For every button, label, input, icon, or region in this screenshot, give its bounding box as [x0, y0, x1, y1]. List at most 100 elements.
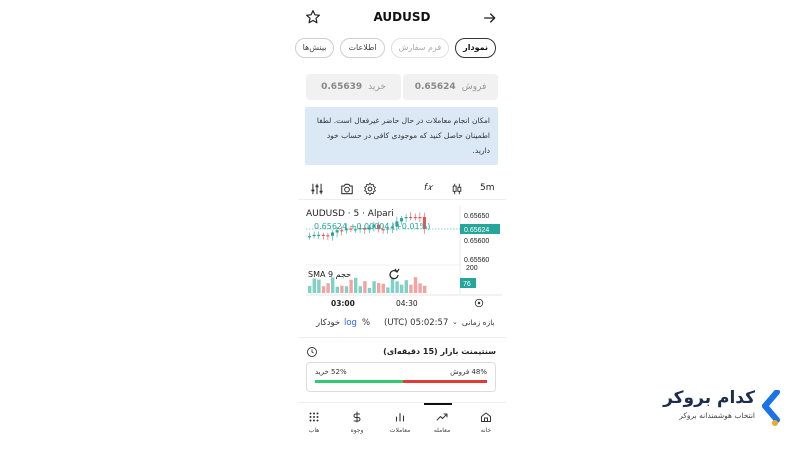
volume-bar [386, 287, 390, 293]
nav-label: وجوه [350, 427, 364, 434]
volume-last-tick: 76 [463, 281, 471, 288]
brand-tagline: انتخاب هوشمندانه بروکر [679, 411, 755, 420]
chevron-down-icon[interactable]: ⌄ [452, 318, 458, 326]
candle [413, 217, 417, 219]
interval-button[interactable]: 5m [480, 183, 495, 193]
candle [326, 235, 330, 237]
sentiment-sell-label: 48% فروش [450, 368, 487, 376]
volume-bar [321, 286, 326, 293]
volume-axis-tick: 200 [466, 265, 478, 272]
log-scale-toggle[interactable]: log [344, 318, 357, 328]
volume-bar [367, 287, 372, 293]
volume-bar [404, 280, 408, 293]
tab-info[interactable]: اطلاعات [340, 38, 385, 58]
volume-bar [331, 277, 335, 293]
volume-bar [344, 286, 349, 293]
volume-bar [381, 283, 385, 293]
camera-icon[interactable] [340, 182, 354, 196]
candle [331, 232, 334, 236]
trading-disabled-notice: امکان انجام معاملات در حال حاضر غیرفعال … [305, 107, 498, 165]
nav-home[interactable]: خانه [466, 411, 506, 434]
sell-value: 0.65624 [414, 82, 456, 92]
buy-price-button[interactable]: خرید 0.65639 [306, 74, 401, 100]
indicators-button[interactable]: f𝑥 [424, 183, 432, 193]
price-tick: 0.65650 [464, 213, 489, 220]
sentiment-sell-bar [403, 380, 487, 383]
tab-bar: نمودار فرم سفارش اطلاعات بینش‌ها [294, 38, 496, 58]
nav-trades[interactable]: معاملات [380, 411, 420, 434]
volume-bar [354, 277, 358, 293]
goto-realtime-icon[interactable] [474, 298, 484, 308]
phone-screen: AUDUSD نمودار فرم سفارش اطلاعات بینش‌ها … [294, 0, 506, 450]
price-tick: 0.65600 [464, 238, 489, 245]
volume-bar [390, 277, 395, 293]
volume-bar [335, 286, 339, 293]
volume-indicator-label[interactable]: حجم 9 SMA [308, 270, 351, 279]
chart-change: +0.00004 (+0.01%) [349, 222, 431, 231]
volume-bar [413, 277, 418, 293]
nav-funds[interactable]: وجوه [337, 411, 377, 434]
candle [317, 234, 321, 236]
price-row: فروش 0.65624 خرید 0.65639 [306, 74, 498, 100]
chart-toolbar: f𝑥 5m [298, 178, 506, 200]
page-title: AUDUSD [373, 10, 431, 24]
candle [400, 218, 403, 222]
volume-bar [340, 285, 344, 293]
tab-chart[interactable]: نمودار [455, 38, 496, 58]
sell-price-button[interactable]: فروش 0.65624 [403, 74, 498, 100]
volume-bar [349, 279, 353, 293]
header: AUDUSD [298, 0, 506, 36]
candlestick-icon[interactable] [450, 182, 464, 196]
candle [404, 217, 408, 219]
brand-name: کدام بروکر [663, 388, 755, 408]
volume-bar [372, 281, 376, 293]
volume-bar [400, 284, 404, 293]
sliders-icon[interactable] [310, 182, 324, 196]
chart-last-price: 0.65624 [314, 222, 348, 231]
volume-bar [377, 283, 381, 293]
candle [312, 234, 316, 237]
time-tick: 03:00 [331, 299, 355, 308]
tab-insights[interactable]: بینش‌ها [294, 38, 335, 58]
bottom-nav: خانه معامله معاملات وجوه هاب [298, 402, 506, 450]
nav-label: معاملات [389, 427, 411, 434]
timeframe-selector[interactable]: بازه زمانی [462, 318, 495, 327]
time-tick: 04:30 [396, 299, 418, 308]
auto-scale-toggle[interactable]: خودکار [316, 318, 340, 328]
dollar-icon [353, 411, 361, 423]
arrow-right-icon[interactable] [482, 10, 498, 26]
grid-icon [309, 412, 319, 422]
volume-bar [358, 286, 362, 293]
candle [308, 236, 311, 238]
candle [409, 217, 413, 219]
last-price-tick: 0.65624 [464, 227, 489, 234]
volume-bar [395, 281, 399, 293]
sentiment-buy-bar [315, 380, 405, 383]
percent-scale-toggle[interactable]: % [362, 318, 370, 328]
tab-order-form[interactable]: فرم سفارش [390, 38, 450, 58]
nav-label: خانه [480, 427, 492, 434]
brand-logo: کدام بروکر انتخاب هوشمندانه بروکر [645, 384, 785, 434]
buy-label: خرید [368, 82, 386, 92]
volume-bar [423, 285, 427, 293]
candle [418, 217, 422, 219]
nav-trade[interactable]: معامله [422, 411, 462, 434]
chart-price-change: 0.65624 +0.00004 (+0.01%) [314, 222, 430, 231]
nav-hub[interactable]: هاب [294, 411, 334, 434]
volume-bar [363, 281, 367, 293]
volume-bar [326, 283, 330, 293]
volume-bar [308, 286, 312, 293]
sentiment-buy-label: 52% خرید [315, 368, 347, 376]
chart-symbol-line: AUDUSD · 5 · Alpari [306, 209, 394, 219]
home-icon [481, 412, 491, 422]
gear-icon[interactable] [363, 182, 377, 196]
sell-label: فروش [461, 82, 487, 92]
bar-chart-icon [395, 412, 405, 422]
candle [321, 234, 325, 236]
utc-clock: (UTC) 05:02:57 [384, 318, 449, 328]
nav-active-indicator [424, 403, 452, 405]
volume-bar [312, 278, 316, 293]
history-icon[interactable] [306, 346, 318, 358]
volume-bar [317, 279, 321, 293]
price-tick: 0.65560 [464, 257, 489, 264]
